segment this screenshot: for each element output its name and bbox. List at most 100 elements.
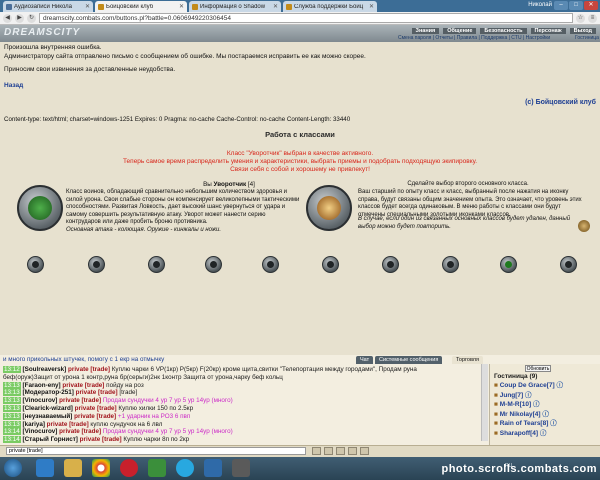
chat-nick[interactable]: [Clearick-wizard] bbox=[23, 405, 73, 412]
roster-player-name[interactable]: Mr Nikolay[4] bbox=[500, 411, 541, 418]
chat-nick[interactable]: [Faraon-eny] bbox=[23, 382, 61, 389]
settings-button[interactable] bbox=[360, 447, 369, 455]
chat-private-tag[interactable]: private [trade] bbox=[68, 366, 110, 373]
folder-icon[interactable] bbox=[64, 459, 82, 477]
second-class-emblem[interactable] bbox=[306, 185, 352, 231]
chat-time[interactable]: 13:13 bbox=[3, 412, 21, 420]
info-icon[interactable]: ⓘ bbox=[548, 420, 557, 427]
roster-player-name[interactable]: Rain of Tears[8] bbox=[500, 420, 549, 427]
chat-nick[interactable]: [неузнаваемый] bbox=[23, 413, 73, 420]
nav-communication[interactable]: Общение bbox=[443, 28, 477, 34]
forward-icon[interactable]: ▶ bbox=[15, 13, 24, 23]
gold-class-icon[interactable] bbox=[578, 220, 590, 232]
url-input[interactable]: dreamscity.combats.com/buttons.pl?battle… bbox=[39, 13, 573, 23]
chat-nick[interactable]: [kariya] bbox=[23, 421, 45, 428]
roster-player[interactable]: ■ Mr Nikolay[4] ⓘ bbox=[494, 411, 549, 419]
chat-private-tag[interactable]: private [trade] bbox=[76, 389, 118, 396]
ie-icon[interactable] bbox=[36, 459, 54, 477]
menu-icon[interactable]: ≡ bbox=[588, 13, 597, 23]
chat-input[interactable]: private [trade] bbox=[6, 447, 306, 455]
chat-time[interactable]: 13:13 bbox=[3, 381, 21, 389]
chat-time[interactable]: 13:14 bbox=[3, 436, 21, 444]
star-icon[interactable]: ☆ bbox=[576, 13, 585, 23]
browser-tab-combats[interactable]: Бойцовский клуб ✕ bbox=[95, 1, 187, 12]
class-icon-7[interactable] bbox=[382, 256, 399, 273]
roster-player-name[interactable]: Coup De Grace[7] bbox=[500, 382, 555, 389]
class-icon-9[interactable] bbox=[500, 256, 517, 273]
chat-private-tag[interactable]: private [trade] bbox=[75, 405, 117, 412]
class-icon-4[interactable] bbox=[205, 256, 222, 273]
start-icon[interactable] bbox=[4, 459, 22, 477]
roster-player[interactable]: ■ Coup De Grace[7] ⓘ bbox=[494, 382, 563, 390]
class-icon-1[interactable] bbox=[27, 256, 44, 273]
chat-time[interactable]: 13:12 bbox=[3, 366, 21, 373]
class-icon-2[interactable] bbox=[88, 256, 105, 273]
reload-icon[interactable]: ↻ bbox=[27, 13, 36, 23]
chat-tab-chat[interactable]: Чат bbox=[356, 356, 374, 364]
chat-tab-system[interactable]: Системные сообщения bbox=[375, 356, 443, 364]
chat-scrollbar[interactable] bbox=[481, 364, 488, 441]
info-icon[interactable]: ⓘ bbox=[523, 392, 532, 399]
chat-time[interactable]: 13:13 bbox=[3, 420, 21, 428]
opera-icon[interactable] bbox=[120, 459, 138, 477]
roster-player-name[interactable]: M-M-R[10] bbox=[500, 401, 531, 408]
class-icon-8[interactable] bbox=[442, 256, 459, 273]
roster-player[interactable]: ■ M-M-R[10] ⓘ bbox=[494, 401, 539, 409]
browser-tab-support[interactable]: Служба поддержки Бойц ✕ bbox=[283, 1, 377, 12]
class-icon-6[interactable] bbox=[322, 256, 339, 273]
chat-private-tag[interactable]: private [trade] bbox=[62, 382, 104, 389]
chrome-icon[interactable] bbox=[92, 459, 110, 477]
roster-player[interactable]: ■ Jung[7] ⓘ bbox=[494, 392, 532, 400]
nav-security[interactable]: Безопасность bbox=[480, 28, 527, 34]
browser-tab-vk[interactable]: Аудиозаписи Никола ✕ bbox=[3, 1, 93, 12]
filter-button[interactable] bbox=[336, 447, 345, 455]
chat-nick[interactable]: [Vinocurov] bbox=[23, 397, 58, 404]
chat-private-tag[interactable]: private [trade] bbox=[59, 428, 101, 435]
skype-icon[interactable] bbox=[176, 459, 194, 477]
chat-time[interactable]: 13:13 bbox=[3, 389, 21, 397]
app-icon[interactable] bbox=[148, 459, 166, 477]
chat-tab-trade[interactable]: Торговля bbox=[452, 356, 483, 364]
chat-private-tag[interactable]: private [trade] bbox=[80, 436, 122, 443]
close-icon[interactable]: ✕ bbox=[369, 3, 374, 10]
chat-nick[interactable]: [Vinocurov] bbox=[23, 428, 58, 435]
chat-nick[interactable]: [Soulreaversk] bbox=[23, 366, 67, 373]
browser-tab-shadow[interactable]: Информация о Shadow ✕ bbox=[189, 1, 281, 12]
nav-exit[interactable]: Выход bbox=[569, 28, 596, 34]
nav-character[interactable]: Персонаж bbox=[530, 28, 566, 34]
dodger-class-emblem[interactable] bbox=[17, 185, 63, 231]
roster-player[interactable]: ■ Rain of Tears[8] ⓘ bbox=[494, 420, 557, 428]
info-icon[interactable]: ⓘ bbox=[531, 401, 540, 408]
info-icon[interactable]: ⓘ bbox=[555, 382, 563, 389]
chat-private-tag[interactable]: private [trade] bbox=[59, 397, 101, 404]
smile-button[interactable] bbox=[324, 447, 333, 455]
chat-time[interactable]: 13:13 bbox=[3, 397, 21, 405]
class-icon-3[interactable] bbox=[148, 256, 165, 273]
word-icon[interactable] bbox=[204, 459, 222, 477]
chat-private-tag[interactable]: private [trade] bbox=[47, 421, 89, 428]
back-icon[interactable]: ◀ bbox=[3, 13, 12, 23]
roster-player-name[interactable]: Sharapoff[4] bbox=[500, 430, 538, 437]
info-icon[interactable]: ⓘ bbox=[541, 411, 549, 418]
class-icon-10[interactable] bbox=[560, 256, 577, 273]
chat-time[interactable]: 13:14 bbox=[3, 428, 21, 436]
refresh-button[interactable]: Обновить bbox=[525, 365, 551, 372]
chat-time[interactable]: 13:13 bbox=[3, 405, 21, 412]
site-subnav[interactable]: Смена пароля | Отчеты | Правила | Поддер… bbox=[398, 35, 550, 41]
back-link[interactable]: Назад bbox=[4, 82, 23, 90]
roster-player[interactable]: ■ Sharapoff[4] ⓘ bbox=[494, 430, 546, 438]
chat-nick[interactable]: [Модератор-251] bbox=[23, 389, 74, 396]
close-icon[interactable]: ✕ bbox=[273, 3, 278, 10]
maximize-button[interactable]: □ bbox=[569, 1, 583, 10]
class-icon-5[interactable] bbox=[262, 256, 279, 273]
chat-private-tag[interactable]: private [trade] bbox=[74, 413, 116, 420]
close-icon[interactable]: ✕ bbox=[85, 3, 90, 10]
send-button[interactable] bbox=[312, 447, 321, 455]
clear-button[interactable] bbox=[348, 447, 357, 455]
minimize-button[interactable]: – bbox=[554, 1, 568, 10]
roster-player-name[interactable]: Jung[7] bbox=[500, 392, 523, 399]
media-icon[interactable] bbox=[232, 459, 250, 477]
close-window-button[interactable]: ✕ bbox=[584, 1, 598, 10]
close-icon[interactable]: ✕ bbox=[179, 3, 184, 10]
info-icon[interactable]: ⓘ bbox=[538, 430, 547, 437]
